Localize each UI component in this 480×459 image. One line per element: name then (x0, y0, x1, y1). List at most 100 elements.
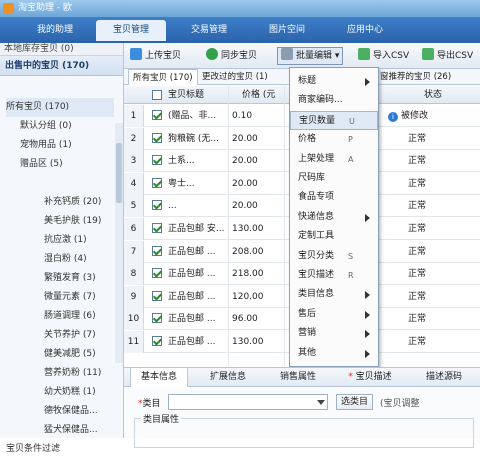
row-checkbox[interactable] (152, 223, 162, 233)
tree-item-label: 关节养护 (7) (44, 330, 96, 340)
tab-all-items[interactable]: 所有宝贝 (170) (128, 69, 198, 85)
row-number: 5 (124, 195, 144, 218)
on-sale-section[interactable]: 出售中的宝贝 (170) (0, 56, 123, 76)
local-stock-header[interactable]: 本地库存宝贝 (0) (0, 43, 123, 56)
tree-item[interactable]: 默认分组 (0) (20, 117, 72, 136)
menu-item-label: 宝贝数量 (299, 115, 336, 126)
tab-item-description[interactable]: * 宝贝描述 (338, 368, 402, 387)
row-price: 218.00 (232, 269, 264, 280)
row-price: 20.00 (232, 178, 258, 189)
tree-scrollbar-thumb[interactable] (116, 143, 122, 203)
tab-recommended-items[interactable]: 窗推荐的宝贝 (26) (380, 69, 451, 85)
tab-description-source[interactable]: 描述源码 (414, 368, 474, 387)
row-status-label: 正常 (408, 314, 427, 325)
header-title[interactable]: 宝贝标题 (168, 86, 204, 104)
header-status[interactable]: 状态 (424, 86, 442, 104)
row-number: 6 (124, 218, 144, 240)
menu-item[interactable]: 宝贝数量 U (290, 110, 378, 130)
nav-tab-assistant[interactable]: 我的助理 (20, 20, 90, 41)
menu-item[interactable]: 价格 P (290, 130, 378, 149)
tree-item[interactable]: 关节养护 (7) (44, 326, 96, 345)
row-checkbox[interactable] (152, 177, 162, 188)
row-checkbox[interactable] (152, 155, 162, 166)
row-checkbox[interactable] (152, 110, 162, 120)
menu-item-label: 商家编码... (298, 95, 343, 106)
tab-modified-items[interactable]: 更改过的宝贝 (1) (202, 69, 268, 85)
menu-item-label: 标题 (298, 76, 317, 86)
tree-item[interactable]: 湿白粉 (4) (44, 250, 87, 269)
menu-item-label: 食品专项 (298, 192, 335, 203)
menu-item-shortcut: U (349, 116, 355, 126)
nav-tab-app-center[interactable]: 应用中心 (330, 20, 400, 41)
menu-item[interactable]: 定制工具 (290, 227, 378, 246)
submenu-arrow-icon (365, 291, 370, 300)
select-all-checkbox[interactable] (152, 90, 162, 100)
tree-item[interactable]: 补充钙质 (20) (44, 193, 101, 212)
chevron-down-icon (317, 400, 325, 405)
batch-edit-button[interactable]: 批量编辑 ▾ (277, 47, 344, 65)
row-title: ... (168, 201, 177, 212)
row-title: 土系... (168, 156, 195, 167)
menu-item[interactable]: 商家编码... (290, 91, 378, 110)
row-checkbox[interactable] (152, 313, 162, 324)
export-csv-label: 导出CSV (437, 51, 474, 61)
menu-item[interactable]: 食品专项 (290, 188, 378, 207)
header-price[interactable]: 价格 (元 (242, 86, 275, 104)
menu-item[interactable]: 其他 (290, 344, 378, 363)
nav-tab-item-management[interactable]: 宝贝管理 (96, 20, 166, 41)
tree-item-label: 补充钙质 (20) (44, 197, 102, 207)
sync-button[interactable]: 同步宝贝 (206, 48, 257, 64)
tab-basic-info[interactable]: 基本信息 (130, 368, 188, 387)
tab-extended-info[interactable]: 扩展信息 (198, 368, 258, 387)
tree-item[interactable]: 抗应激 (1) (44, 231, 87, 250)
row-checkbox[interactable] (152, 268, 162, 279)
tree-item[interactable]: 微量元素 (7) (44, 288, 96, 307)
tree-item[interactable]: 宠物用品 (1) (20, 136, 72, 155)
nav-tab-trade[interactable]: 交易管理 (174, 20, 244, 41)
row-status-label: 正常 (408, 156, 427, 167)
upload-button[interactable]: 上传宝贝 (130, 48, 181, 64)
row-price: 120.00 (232, 291, 264, 302)
select-category-button[interactable]: 选类目 (336, 394, 374, 410)
tree-item-label: 繁殖发育 (3) (44, 273, 96, 283)
menu-item[interactable]: 宝贝描述 R (290, 266, 378, 285)
menu-item[interactable]: 营销 (290, 324, 378, 343)
row-checkbox[interactable] (152, 290, 162, 301)
tree-item[interactable]: 繁殖发育 (3) (44, 269, 96, 288)
tree-item[interactable]: 营养奶粉 (11) (44, 364, 101, 383)
app-logo-icon (3, 3, 14, 14)
category-select[interactable] (168, 394, 328, 410)
tree-item-label: 营养奶粉 (11) (44, 368, 102, 378)
menu-item[interactable]: 标题 (290, 72, 378, 91)
submenu-arrow-icon (365, 349, 370, 358)
menu-item[interactable]: 上架处理 A (290, 150, 378, 169)
tree-item[interactable]: 所有宝贝 (170) (6, 98, 114, 117)
import-csv-button[interactable]: 导入CSV (358, 48, 409, 64)
row-checkbox[interactable] (152, 336, 162, 346)
basic-info-form: *类目 选类目 (宝贝调整 类目属性 (124, 388, 480, 448)
submenu-arrow-icon (365, 213, 370, 222)
detail-tabs: 基本信息 扩展信息 销售属性 * 宝贝描述 描述源码 (124, 367, 480, 387)
tree-item[interactable]: 赠品区 (5) (20, 155, 63, 174)
row-status: 正常 (408, 128, 480, 150)
tab-sales-attributes[interactable]: 销售属性 (268, 368, 328, 387)
export-csv-button[interactable]: 导出CSV (422, 48, 473, 64)
tree-item[interactable]: 宝贝条件过滤 (6, 440, 60, 459)
menu-item[interactable]: 宝贝分类 S (290, 247, 378, 266)
tree-item[interactable]: 美毛护肤 (19) (44, 212, 101, 231)
tree-item[interactable]: 幼犬奶糕 (1) (44, 383, 96, 402)
tree-item[interactable]: 德牧保健品... (44, 402, 98, 421)
row-checkbox[interactable] (152, 200, 162, 211)
row-checkbox[interactable] (152, 132, 162, 143)
tree-item[interactable]: 猛犬保健品... (44, 421, 98, 440)
menu-item[interactable]: 尺码库 (290, 169, 378, 188)
row-number: 9 (124, 285, 144, 308)
menu-item[interactable]: 售后 (290, 305, 378, 324)
tree-item[interactable]: 健美减肥 (5) (44, 345, 96, 364)
tree-item[interactable]: 肠道调理 (6) (44, 307, 96, 326)
row-checkbox[interactable] (152, 245, 162, 256)
nav-tab-image-space[interactable]: 图片空间 (252, 20, 322, 41)
row-number: 10 (124, 308, 144, 331)
menu-item[interactable]: 快递信息 (290, 208, 378, 227)
menu-item[interactable]: 类目信息 (290, 285, 378, 304)
